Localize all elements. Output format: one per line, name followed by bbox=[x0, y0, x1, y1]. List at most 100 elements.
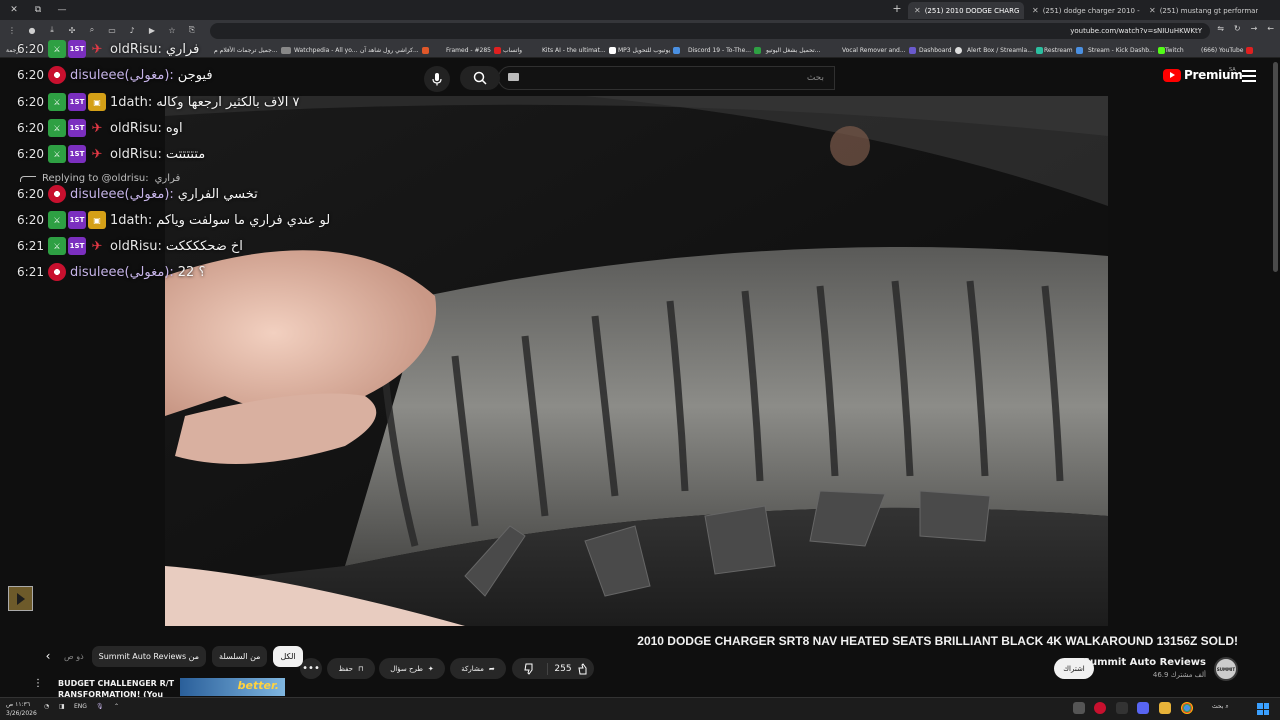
bookmark-item[interactable]: Kits AI - the ultimat... bbox=[542, 44, 616, 56]
bookmark-favicon-icon bbox=[754, 46, 761, 54]
chat-text: اوه bbox=[165, 120, 183, 136]
search-input[interactable]: بحث bbox=[498, 66, 835, 90]
profile-icon[interactable]: ● bbox=[26, 24, 38, 36]
chip-from-series[interactable]: من السلسلة bbox=[212, 645, 268, 667]
discord-icon[interactable] bbox=[1137, 702, 1149, 714]
like-button[interactable]: 255 bbox=[548, 662, 594, 675]
minimize-window-icon[interactable]: — bbox=[52, 2, 72, 18]
taskbar-app-icon[interactable] bbox=[1094, 702, 1106, 714]
bookmark-item[interactable]: Watchpedia - All yo... bbox=[284, 44, 358, 56]
chat-text: لو عندي فراري ما سولفت وياكم bbox=[156, 212, 331, 228]
tab-close-icon[interactable]: ✕ bbox=[1032, 6, 1039, 15]
chat-text: فراري bbox=[165, 41, 200, 57]
thumbnail-text: better. bbox=[237, 679, 279, 692]
chat-username[interactable]: oldRisu: bbox=[110, 42, 162, 57]
voice-search-button[interactable] bbox=[424, 66, 450, 92]
bookmark-item[interactable]: MP3 يوتيوب للتحويل bbox=[618, 44, 681, 56]
dislike-button[interactable] bbox=[512, 662, 548, 675]
zoom-icon[interactable]: ⌕ bbox=[86, 24, 98, 36]
recommendation-thumbnail[interactable]: better. bbox=[180, 678, 285, 696]
chat-username[interactable]: disuleee(مغولي): bbox=[70, 265, 174, 280]
bookmark-item[interactable]: Alert Box / Streamla... bbox=[967, 44, 1043, 56]
browser-tab-3[interactable]: ✕ (251) mustang gt performanc bbox=[1143, 2, 1258, 19]
chevron-left-icon[interactable]: ‹ bbox=[40, 649, 56, 663]
bookmark-item[interactable]: واتساب bbox=[503, 44, 522, 56]
bookmark-item[interactable]: Discord 19 - To-The... bbox=[688, 44, 761, 56]
cast-icon[interactable]: ▭ bbox=[106, 24, 118, 36]
guide-menu-button[interactable] bbox=[1242, 70, 1256, 82]
taskbar-app-icon[interactable] bbox=[1073, 702, 1085, 714]
extensions-icon[interactable]: ✣ bbox=[66, 24, 78, 36]
restore-window-icon[interactable]: ⧉ bbox=[28, 2, 48, 18]
chat-username[interactable]: oldRisu: bbox=[110, 239, 162, 254]
bookmark-item[interactable]: Framed - #285 bbox=[446, 44, 501, 56]
chat-username[interactable]: disuleee(مغولي): bbox=[70, 187, 174, 202]
video-player[interactable] bbox=[165, 96, 1108, 626]
chip-from-channel[interactable]: Summit Auto Reviews من bbox=[91, 645, 207, 667]
scrollbar-thumb[interactable] bbox=[1273, 62, 1278, 272]
chat-username[interactable]: oldRisu: bbox=[110, 147, 162, 162]
taskbar-search[interactable]: بحث ⌕ bbox=[1212, 703, 1229, 711]
youtube-ext-icon[interactable]: ▶ bbox=[146, 24, 158, 36]
reload-icon[interactable]: ↻ bbox=[1234, 24, 1241, 33]
chip-all[interactable]: الكل bbox=[273, 645, 303, 667]
gift-badge-icon: ▣ bbox=[88, 211, 106, 229]
menu-dots-icon[interactable]: ⋮ bbox=[6, 24, 18, 36]
bookmark-favicon-icon bbox=[608, 46, 616, 54]
url-field[interactable]: youtube.com/watch?v=sNIUuHKWKtY bbox=[210, 23, 1210, 39]
recommendation-menu-icon[interactable]: ⋮ bbox=[33, 678, 43, 689]
site-settings-icon[interactable]: ⇋ bbox=[1217, 24, 1224, 33]
bookmark-item[interactable]: Restream bbox=[1044, 44, 1083, 56]
star-icon[interactable]: ☆ bbox=[166, 24, 178, 36]
taskbar-app-icon[interactable] bbox=[1116, 702, 1128, 714]
start-menu-icon[interactable] bbox=[1257, 703, 1269, 715]
browser-tab-2[interactable]: ✕ (251) dodge charger 2010 - Yo bbox=[1026, 2, 1141, 19]
browser-tab-1[interactable]: ✕ (251) 2010 DODGE CHARG bbox=[908, 2, 1024, 19]
save-button[interactable]: حفظ ⊓ bbox=[327, 658, 375, 679]
tab-close-icon[interactable]: ✕ bbox=[914, 6, 921, 15]
tab-close-icon[interactable]: ✕ bbox=[1149, 6, 1156, 15]
chat-username[interactable]: oldRisu: bbox=[110, 121, 162, 136]
channel-avatar[interactable]: SUMMIT bbox=[1214, 657, 1238, 681]
volume-icon[interactable]: ◨ bbox=[59, 703, 65, 710]
close-window-icon[interactable]: ✕ bbox=[4, 2, 24, 18]
language-indicator[interactable]: ENG bbox=[74, 703, 87, 710]
chip-from-user[interactable]: ذو ص bbox=[62, 646, 86, 667]
tray-chevron-icon[interactable]: ⌃ bbox=[114, 703, 119, 710]
bookmark-item[interactable]: (666) YouTube bbox=[1201, 44, 1254, 56]
ask-button[interactable]: طرح سؤال ✦ bbox=[379, 658, 445, 679]
new-tab-button[interactable]: + bbox=[890, 2, 904, 16]
sound-icon[interactable]: ♪ bbox=[126, 24, 138, 36]
chat-username[interactable]: 1dath: bbox=[110, 95, 152, 110]
page-scrollbar[interactable] bbox=[1272, 58, 1280, 698]
jet-badge-icon: ✈ bbox=[91, 146, 103, 162]
chrome-icon[interactable] bbox=[1181, 702, 1193, 714]
search-button[interactable] bbox=[460, 66, 500, 90]
minimized-player-thumbnail[interactable] bbox=[8, 586, 33, 611]
keyboard-icon[interactable] bbox=[508, 73, 519, 81]
share-button[interactable]: مشاركة ➦ bbox=[450, 658, 506, 679]
share-page-icon[interactable]: ⎘ bbox=[186, 24, 198, 36]
chat-username[interactable]: 1dath: bbox=[110, 213, 152, 228]
subscribe-button[interactable]: اشتراك bbox=[1054, 658, 1094, 679]
bookmark-item[interactable]: جميل ترجمات الأفلام م... bbox=[214, 44, 288, 56]
windows-taskbar: ١١:٣٦ ص 3/26/2026 ◔ ◨ ENG 🎙 ⌃ بحث ⌕ bbox=[0, 697, 1280, 720]
forward-icon[interactable]: → bbox=[1251, 24, 1258, 33]
back-icon[interactable]: ← bbox=[1267, 24, 1274, 33]
file-explorer-icon[interactable] bbox=[1159, 702, 1171, 714]
first-badge-icon: 1ST bbox=[68, 119, 86, 137]
bookmark-item[interactable]: Stream - Kick Dashb... bbox=[1088, 44, 1165, 56]
mic-tray-icon[interactable]: 🎙 bbox=[96, 703, 104, 710]
downloads-icon[interactable]: ⤓ bbox=[46, 24, 58, 36]
more-actions-button[interactable]: ••• bbox=[300, 658, 322, 679]
bookmark-item[interactable]: كراشي رول شاهد آن... bbox=[360, 44, 429, 56]
wifi-icon[interactable]: ◔ bbox=[44, 703, 49, 710]
taskbar-clock[interactable]: ١١:٣٦ ص 3/26/2026 bbox=[6, 700, 37, 718]
chat-username[interactable]: disuleee(مغولي): bbox=[70, 68, 174, 83]
bookmark-item[interactable]: Dashboard bbox=[919, 44, 962, 56]
bookmark-item[interactable]: Vocal Remover and... bbox=[842, 44, 916, 56]
bookmark-item[interactable]: Twitch bbox=[1165, 44, 1184, 56]
bookmark-item[interactable]: تحميل بشغل اليوتيو... bbox=[766, 44, 820, 56]
recommendation-chips: ‹ ذو ص Summit Auto Reviews من من السلسلة… bbox=[40, 645, 303, 667]
channel-name[interactable]: Summit Auto Reviews bbox=[1083, 657, 1206, 668]
